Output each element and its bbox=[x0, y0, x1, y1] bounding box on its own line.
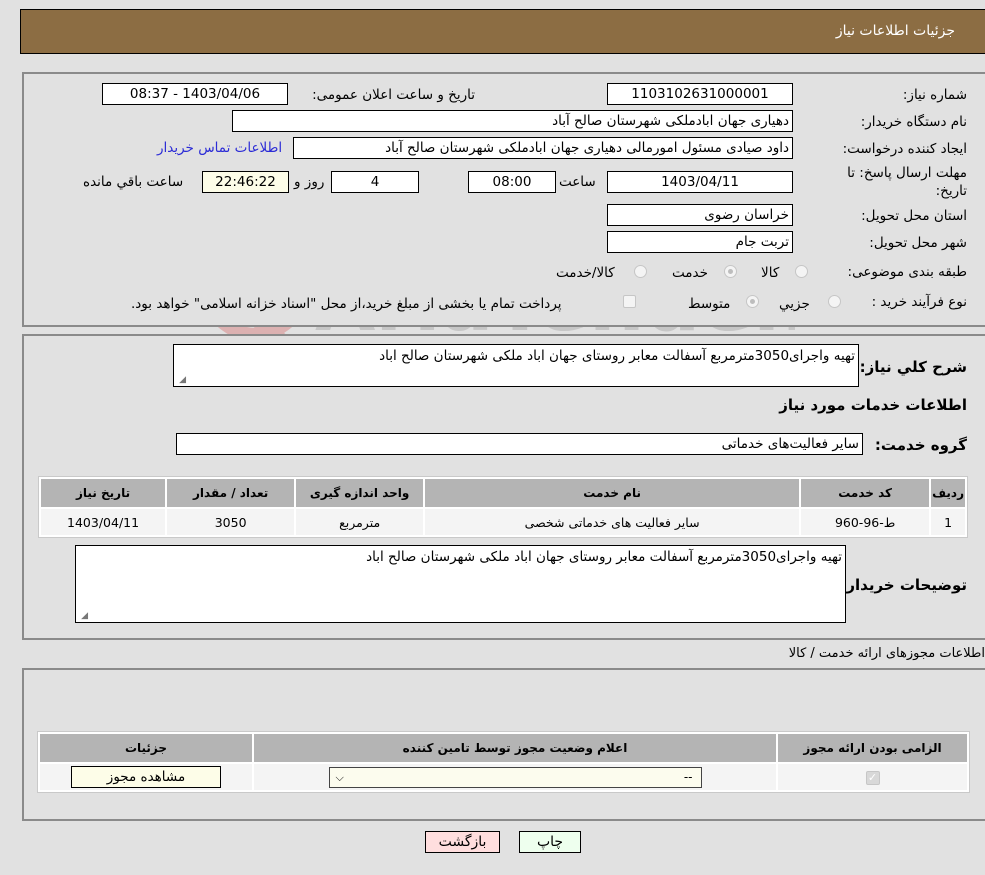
treasury-note: پرداخت تمام یا بخشی از مبلغ خرید،از محل … bbox=[131, 296, 562, 312]
buyer-org-label: نام دستگاه خریدار: bbox=[860, 114, 967, 130]
deadline-time-field: 08:00 bbox=[468, 171, 556, 193]
process-label: نوع فرآیند خرید : bbox=[871, 294, 967, 310]
remaining-time-field: 22:46:22 bbox=[202, 171, 289, 193]
services-table-header: ردیف کد خدمت نام خدمت واحد اندازه گیری ت… bbox=[41, 479, 965, 507]
cell-need-date: 1403/04/11 bbox=[41, 509, 166, 535]
deadline-date-field: 1403/04/11 bbox=[607, 171, 793, 193]
cell-permit-status: -- ⌵ bbox=[254, 764, 776, 790]
province-label: استان محل تحویل: bbox=[861, 208, 967, 224]
cell-permit-details: مشاهده مجوز bbox=[40, 764, 252, 790]
cell-permit-required: ✓ bbox=[778, 764, 967, 790]
category-radio-goods[interactable] bbox=[795, 265, 808, 278]
permit-status-value: -- bbox=[683, 769, 693, 784]
col-service-name: نام خدمت bbox=[425, 479, 800, 507]
buyer-notes-label: توضیحات خریدار: bbox=[840, 576, 967, 594]
permits-table-header: الزامی بودن ارائه مجوز اعلام وضعیت مجوز … bbox=[40, 734, 967, 762]
province-field: خراسان رضوی bbox=[607, 204, 793, 226]
remaining-time-label: ساعت باقي مانده bbox=[83, 174, 184, 190]
col-permit-details: جزئیات bbox=[40, 734, 252, 762]
col-permit-status: اعلام وضعیت مجوز توسط تامین کننده bbox=[254, 734, 776, 762]
buyer-notes-textarea[interactable]: تهیه واجرای3050مترمربع آسفالت معابر روست… bbox=[75, 545, 846, 623]
col-row: ردیف bbox=[931, 479, 965, 507]
service-group-label: گروه خدمت: bbox=[874, 436, 967, 454]
category-option-goods: کالا bbox=[761, 265, 780, 281]
permit-status-select[interactable]: -- ⌵ bbox=[328, 766, 702, 788]
buyer-notes-text: تهیه واجرای3050مترمربع آسفالت معابر روست… bbox=[366, 549, 842, 565]
process-option-medium: متوسط bbox=[688, 296, 731, 312]
need-number-label: شماره نیاز: bbox=[902, 87, 967, 103]
table-row: ✓ -- ⌵ مشاهده مجوز bbox=[40, 764, 967, 790]
cell-quantity: 3050 bbox=[167, 509, 295, 535]
resize-handle-icon[interactable]: ◢ bbox=[78, 611, 88, 621]
announce-date-field: 1403/04/06 - 08:37 bbox=[102, 83, 288, 105]
announce-date-label: تاریخ و ساعت اعلان عمومی: bbox=[312, 87, 475, 103]
services-table: ردیف کد خدمت نام خدمت واحد اندازه گیری ت… bbox=[38, 476, 968, 538]
col-unit: واحد اندازه گیری bbox=[296, 479, 424, 507]
view-permit-button[interactable]: مشاهده مجوز bbox=[71, 766, 221, 788]
page-title: جزئیات اطلاعات نیاز bbox=[835, 23, 955, 39]
col-quantity: تعداد / مقدار bbox=[167, 479, 295, 507]
summary-label: شرح کلي نیاز: bbox=[859, 358, 967, 376]
deadline-label: مهلت ارسال پاسخ: تا تاریخ: bbox=[847, 165, 967, 199]
cell-service-code: ط-96-960 bbox=[801, 509, 930, 535]
col-permit-required: الزامی بودن ارائه مجوز bbox=[778, 734, 967, 762]
buyer-org-field: دهیاری جهان ابادملکی شهرستان صالح آباد bbox=[232, 110, 793, 132]
cell-service-name: سایر فعالیت های خدماتی شخصی bbox=[425, 509, 800, 535]
category-option-goods-service: کالا/خدمت bbox=[556, 265, 615, 281]
creator-field: داود صیادی مسئول امورمالی دهیاری جهان اب… bbox=[293, 137, 793, 159]
need-number-field: 1103102631000001 bbox=[607, 83, 793, 105]
process-radio-medium[interactable] bbox=[746, 295, 759, 308]
city-label: شهر محل تحویل: bbox=[869, 235, 967, 251]
summary-text: تهیه واجرای3050مترمربع آسفالت معابر روست… bbox=[379, 348, 855, 364]
city-field: تربت جام bbox=[607, 231, 793, 253]
buyer-contact-link[interactable]: اطلاعات تماس خریدار bbox=[157, 140, 282, 156]
table-row: 1 ط-96-960 سایر فعالیت های خدماتی شخصی م… bbox=[41, 509, 965, 535]
process-radio-minor[interactable] bbox=[828, 295, 841, 308]
category-option-service: خدمت bbox=[672, 265, 708, 281]
resize-handle-icon[interactable]: ◢ bbox=[176, 375, 186, 385]
print-button[interactable]: چاپ bbox=[519, 831, 581, 853]
back-button[interactable]: بازگشت bbox=[425, 831, 500, 853]
col-service-code: کد خدمت bbox=[801, 479, 930, 507]
page-header: جزئیات اطلاعات نیاز bbox=[20, 9, 985, 54]
cell-unit: مترمربع bbox=[296, 509, 424, 535]
category-radio-goods-service[interactable] bbox=[634, 265, 647, 278]
process-option-minor: جزیي bbox=[779, 296, 810, 312]
category-label: طبقه بندی موضوعی: bbox=[847, 264, 967, 280]
col-need-date: تاریخ نیاز bbox=[41, 479, 166, 507]
chevron-down-icon: ⌵ bbox=[335, 770, 344, 784]
treasury-checkbox[interactable] bbox=[623, 295, 636, 308]
days-label: روز و bbox=[294, 174, 325, 190]
service-group-field: سایر فعالیت‌های خدماتی bbox=[176, 433, 863, 455]
days-remaining-field: 4 bbox=[331, 171, 419, 193]
summary-textarea[interactable]: تهیه واجرای3050مترمربع آسفالت معابر روست… bbox=[173, 344, 859, 387]
category-radio-service[interactable] bbox=[724, 265, 737, 278]
permit-required-checkbox[interactable]: ✓ bbox=[865, 771, 880, 785]
creator-label: ایجاد کننده درخواست: bbox=[842, 141, 967, 157]
cell-row: 1 bbox=[931, 509, 965, 535]
permits-table: الزامی بودن ارائه مجوز اعلام وضعیت مجوز … bbox=[37, 731, 970, 793]
deadline-time-label: ساعت bbox=[559, 174, 596, 190]
services-heading: اطلاعات خدمات مورد نیاز bbox=[779, 396, 967, 414]
permits-heading: اطلاعات مجوزهای ارائه خدمت / کالا bbox=[788, 646, 985, 661]
